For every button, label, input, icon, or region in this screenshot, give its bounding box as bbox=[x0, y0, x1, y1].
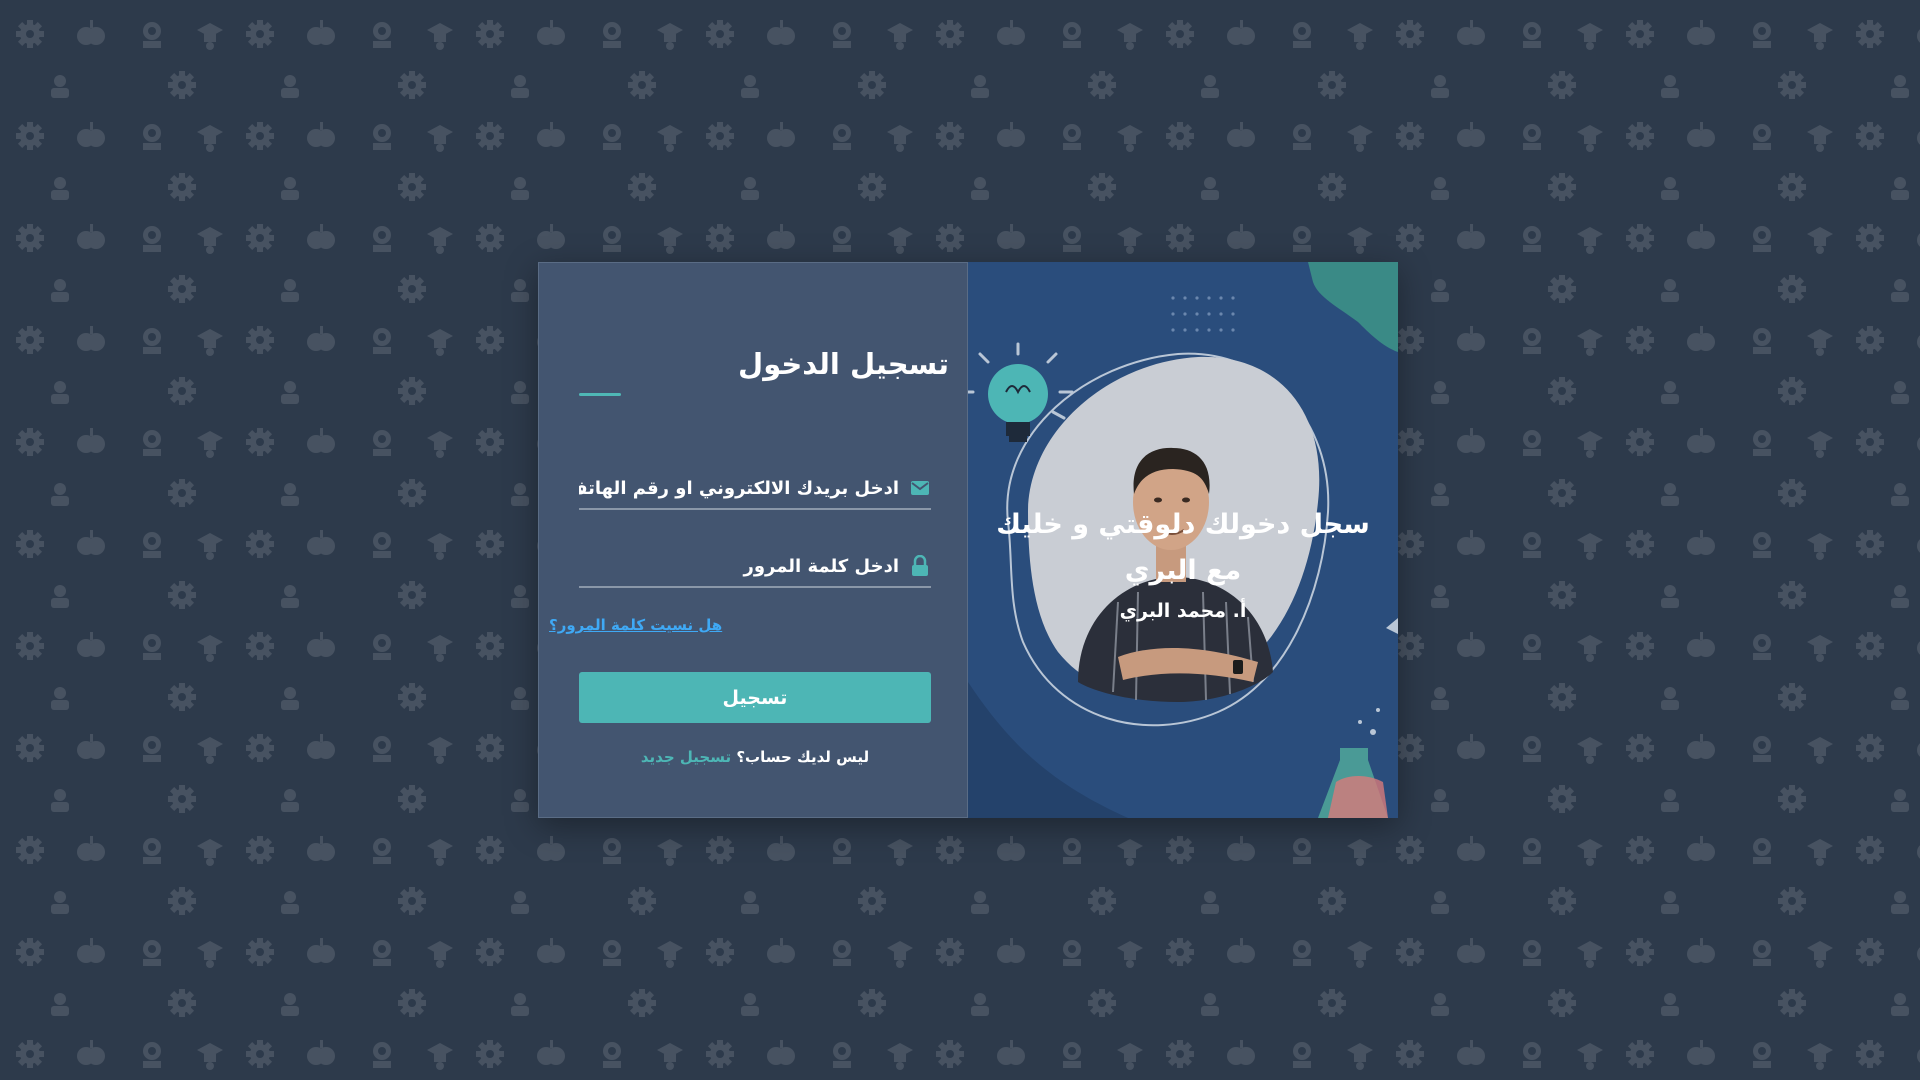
forgot-password-link[interactable]: هل نسيت كلمة المرور؟ bbox=[549, 616, 722, 634]
no-account-text: ليس لديك حساب؟ bbox=[736, 748, 870, 766]
lock-icon bbox=[909, 555, 931, 577]
promo-text: سجل دخولك دلوقتي و خليك مع البري أ. محمد… bbox=[978, 502, 1388, 622]
signup-link[interactable]: تسجيل جديد bbox=[641, 748, 731, 766]
login-form-panel: تسجيل الدخول هل نسيت كلمة المرور؟ تسجيل bbox=[538, 262, 968, 818]
email-input[interactable] bbox=[579, 472, 899, 504]
beaker-icon bbox=[1318, 708, 1388, 818]
page-title: تسجيل الدخول bbox=[738, 347, 949, 381]
title-accent-line bbox=[579, 393, 621, 396]
password-field[interactable] bbox=[579, 546, 931, 588]
password-input[interactable] bbox=[579, 550, 899, 582]
promo-author: أ. محمد البري bbox=[1119, 600, 1247, 622]
promo-image-panel: سجل دخولك دلوقتي و خليك مع البري أ. محمد… bbox=[968, 262, 1398, 818]
signup-prompt: ليس لديك حساب؟ تسجيل جديد bbox=[579, 748, 931, 766]
lightbulb-icon bbox=[968, 342, 1074, 442]
promo-headline: سجل دخولك دلوقتي و خليك مع البري bbox=[996, 509, 1370, 586]
login-button[interactable]: تسجيل bbox=[579, 672, 931, 723]
login-card: تسجيل الدخول هل نسيت كلمة المرور؟ تسجيل bbox=[538, 262, 1398, 818]
envelope-icon bbox=[909, 477, 931, 499]
email-field[interactable] bbox=[579, 468, 931, 510]
